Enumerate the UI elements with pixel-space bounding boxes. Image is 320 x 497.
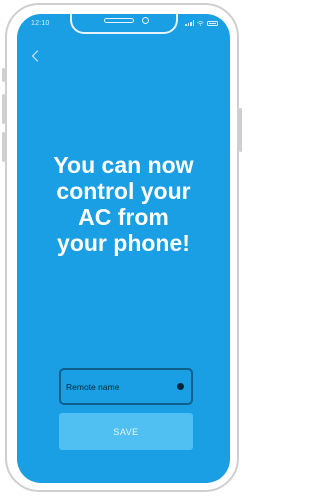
headline-line: your phone! (57, 230, 190, 256)
app-screen: 12:10 You can now control your AC from y… (17, 14, 230, 483)
headline-line: You can now (53, 152, 194, 178)
remote-name-input[interactable] (61, 370, 176, 403)
signal-icon (185, 20, 194, 26)
headline-line: AC from (78, 204, 169, 230)
clear-input-icon[interactable] (177, 383, 184, 390)
battery-icon (207, 20, 218, 26)
headline-line: control your (56, 178, 191, 204)
success-headline: You can now control your AC from your ph… (17, 152, 230, 256)
notch (70, 14, 178, 34)
back-button[interactable] (27, 48, 43, 64)
power-button (239, 108, 242, 152)
status-time: 12:10 (31, 20, 50, 27)
status-icons (185, 20, 218, 26)
wifi-icon (197, 20, 204, 26)
speaker-icon (104, 18, 134, 23)
mute-switch (2, 68, 5, 82)
chevron-left-icon (31, 50, 39, 62)
save-button[interactable]: SAVE (59, 413, 193, 450)
camera-icon (142, 17, 149, 24)
volume-down-button (2, 132, 5, 162)
volume-up-button (2, 94, 5, 124)
remote-name-field[interactable] (59, 368, 193, 405)
